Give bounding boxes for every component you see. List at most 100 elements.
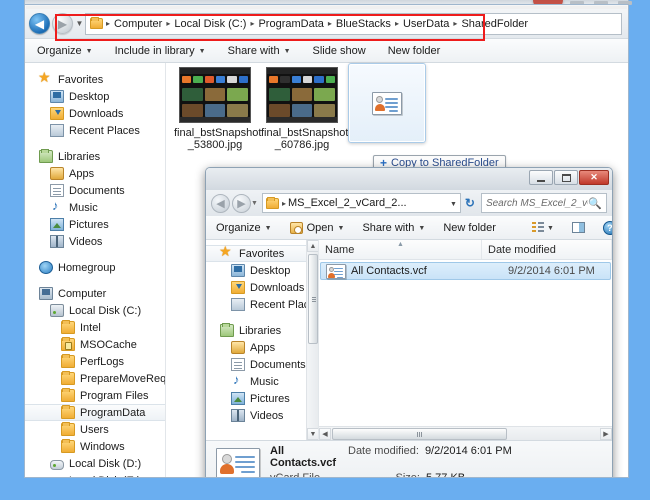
inner-breadcrumb[interactable]: ▸ MS_Excel_2_vCard_2... ▼ <box>261 193 461 213</box>
inner-file-list[interactable]: Name ▲ Date modified All Contacts.vcf 9/… <box>319 240 612 440</box>
folder-locked-icon <box>61 337 75 351</box>
change-view-button[interactable]: ▼ <box>531 222 554 233</box>
sidebar-item-programdata[interactable]: ProgramData <box>25 404 165 421</box>
sidebar-item-apps[interactable]: Apps <box>25 165 165 182</box>
breadcrumb-item-programdata[interactable]: ProgramData <box>256 18 325 30</box>
folder-icon <box>61 439 75 453</box>
table-row[interactable]: All Contacts.vcf 9/2/2014 6:01 PM <box>320 262 611 280</box>
share-with-button[interactable]: Share with ▼ <box>362 222 425 234</box>
sidebar-item-windows[interactable]: Windows <box>25 438 165 455</box>
sidebar-item-local-disk-e[interactable]: Local Disk (E:) <box>25 472 165 477</box>
details-line-type: vCard File Size: 5.77 KB <box>270 472 512 477</box>
horizontal-scrollbar[interactable]: ◀ ▶ <box>319 426 612 440</box>
sidebar-item-desktop[interactable]: Desktop <box>206 262 318 279</box>
minimize-button[interactable] <box>529 170 553 185</box>
sidebar-item-local-disk-d[interactable]: Local Disk (D:) <box>25 455 165 472</box>
scroll-right-arrow-icon[interactable]: ▶ <box>600 427 612 440</box>
sidebar-item-program-files[interactable]: Program Files <box>25 387 165 404</box>
scrollbar-thumb[interactable] <box>332 427 507 440</box>
maximize-button[interactable] <box>554 170 578 185</box>
sidebar-item-msocache[interactable]: MSOCache <box>25 336 165 353</box>
forward-arrow-icon[interactable]: ▶ <box>232 193 251 213</box>
sidebar-item-videos[interactable]: Videos <box>206 407 318 424</box>
inner-navigation-pane[interactable]: Favorites Desktop Downloads Recent Place… <box>206 240 319 440</box>
help-button[interactable]: ? <box>602 220 612 235</box>
sidebar-item-recent-places[interactable]: Recent Places <box>25 122 165 139</box>
sidebar-item-favorites[interactable]: Favorites <box>25 69 165 88</box>
sidebar-item-desktop[interactable]: Desktop <box>25 88 165 105</box>
sidebar-item-intel[interactable]: Intel <box>25 319 165 336</box>
sidebar-item-downloads[interactable]: Downloads <box>206 279 318 296</box>
breadcrumb-item-sharedfolder[interactable]: SharedFolder <box>459 18 530 30</box>
list-item[interactable]: final_bstSnapshot _53800.jpg <box>174 67 261 151</box>
sidebar-item-pictures[interactable]: Pictures <box>206 390 318 407</box>
sidebar-item-local-disk-c[interactable]: Local Disk (C:) <box>25 302 165 319</box>
scroll-up-arrow-icon[interactable]: ▲ <box>307 240 318 252</box>
search-input[interactable]: Search MS_Excel_2_vCard_2_9_2014_18... 🔍 <box>480 193 607 213</box>
inner-title-bar[interactable]: ✕ <box>206 168 612 190</box>
sidebar-item-preparemoverequ[interactable]: PrepareMoveRequ <box>25 370 165 387</box>
back-arrow-icon[interactable]: ◀ <box>211 193 230 213</box>
forward-arrow-icon[interactable]: ▶ <box>52 13 73 34</box>
list-item[interactable]: final_bstSnapshot _60786.jpg <box>261 67 348 151</box>
open-button[interactable]: Open ▼ <box>289 221 344 234</box>
include-in-library-button[interactable]: Include in library ▼ <box>115 45 206 57</box>
details-line-name: All Contacts.vcf Date modified: 9/2/2014… <box>270 445 512 469</box>
inner-breadcrumb-path[interactable]: MS_Excel_2_vCard_2... <box>288 197 450 209</box>
recent-pages-dropdown-icon[interactable]: ▼ <box>251 200 258 207</box>
inner-address-bar: ◀ ▶ ▼ ▸ MS_Excel_2_vCard_2... ▼ ↻ Search… <box>206 190 612 216</box>
breadcrumb-item-userdata[interactable]: UserData <box>401 18 451 30</box>
breadcrumb-item-local-disk-c[interactable]: Local Disk (C:) <box>172 18 248 30</box>
dragged-vcard-item[interactable] <box>348 63 426 143</box>
nav-group-homegroup: Homegroup <box>25 259 165 276</box>
breadcrumb-separator: ▸ <box>327 19 332 28</box>
sidebar-item-libraries[interactable]: Libraries <box>25 148 165 165</box>
breadcrumb-separator: ▸ <box>166 19 171 28</box>
sidebar-item-music[interactable]: Music <box>25 198 165 216</box>
preview-pane-button[interactable] <box>571 222 585 233</box>
organize-button[interactable]: Organize ▼ <box>37 45 93 57</box>
slide-show-button[interactable]: Slide show <box>313 45 366 57</box>
music-library-icon <box>50 198 64 214</box>
sidebar-item-users[interactable]: Users <box>25 421 165 438</box>
column-header-date-modified[interactable]: Date modified <box>482 240 612 259</box>
nav-pane-scrollbar[interactable]: ▲ ▼ <box>306 240 318 440</box>
close-button[interactable]: ✕ <box>579 170 609 185</box>
sidebar-item-videos[interactable]: Videos <box>25 233 165 250</box>
breadcrumb-item-computer[interactable]: Computer <box>112 18 164 30</box>
scrollbar-thumb[interactable] <box>308 254 318 344</box>
sidebar-item-perflogs[interactable]: PerfLogs <box>25 353 165 370</box>
sidebar-item-computer[interactable]: Computer <box>25 285 165 302</box>
chevron-down-icon: ▼ <box>546 225 554 232</box>
inner-toolbar: Organize ▼ Open ▼ Share with ▼ New folde… <box>206 216 612 240</box>
sidebar-item-recent-places[interactable]: Recent Places <box>206 296 318 313</box>
documents-library-icon <box>50 184 64 197</box>
sidebar-item-downloads[interactable]: Downloads <box>25 105 165 122</box>
new-folder-button[interactable]: New folder <box>443 222 496 234</box>
refresh-icon[interactable]: ↻ <box>461 196 479 210</box>
sidebar-item-libraries[interactable]: Libraries <box>206 322 318 339</box>
back-arrow-icon[interactable]: ◀ <box>29 13 50 34</box>
outer-navigation-pane[interactable]: Favorites Desktop Downloads Recent Place… <box>25 63 166 477</box>
sidebar-item-music[interactable]: Music <box>206 372 318 390</box>
sidebar-item-apps[interactable]: Apps <box>206 339 318 356</box>
sidebar-item-pictures[interactable]: Pictures <box>25 216 165 233</box>
sidebar-item-documents[interactable]: Documents <box>25 182 165 199</box>
scroll-left-arrow-icon[interactable]: ◀ <box>319 427 331 440</box>
breadcrumb-item-bluestacks[interactable]: BlueStacks <box>334 18 393 30</box>
scroll-down-arrow-icon[interactable]: ▼ <box>307 428 318 440</box>
share-with-button[interactable]: Share with ▼ <box>228 45 291 57</box>
search-placeholder: Search MS_Excel_2_vCard_2_9_2014_18... <box>485 197 588 209</box>
chevron-down-icon[interactable]: ▼ <box>450 201 457 208</box>
recent-pages-dropdown-icon[interactable]: ▼ <box>74 19 85 28</box>
include-in-library-label: Include in library <box>114 44 195 57</box>
column-header-name[interactable]: Name ▲ <box>319 240 482 259</box>
sidebar-item-favorites[interactable]: Favorites <box>206 243 318 262</box>
folder-icon <box>90 17 103 29</box>
breadcrumb[interactable]: ▸ Computer ▸ Local Disk (C:) ▸ ProgramDa… <box>85 12 622 35</box>
organize-button[interactable]: Organize ▼ <box>216 222 272 234</box>
sidebar-item-homegroup[interactable]: Homegroup <box>25 259 165 276</box>
new-folder-button[interactable]: New folder <box>388 45 441 57</box>
open-label: Open <box>306 221 334 234</box>
sidebar-item-documents[interactable]: Documents <box>206 356 318 373</box>
